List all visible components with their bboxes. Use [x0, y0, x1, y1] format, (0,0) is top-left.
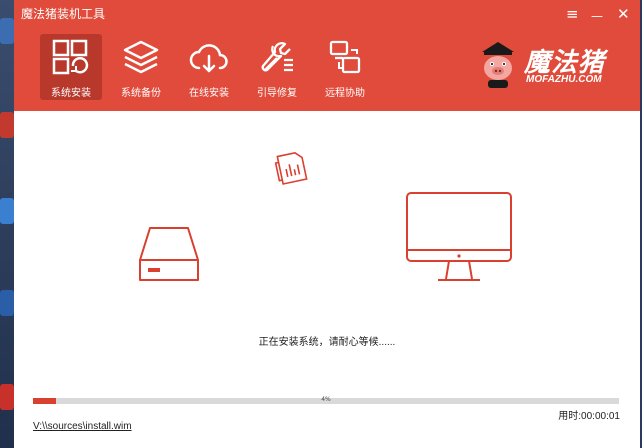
- install-progress-bar: 4%: [33, 396, 619, 404]
- logo-domain: MOFAZHU.COM: [526, 74, 602, 85]
- install-file-path[interactable]: V:\\sources\install.wim: [33, 421, 132, 432]
- nav-label: 远程协助: [325, 88, 365, 99]
- nav-item-system-backup[interactable]: 系统备份: [110, 34, 172, 100]
- nav-item-boot-repair[interactable]: 引导修复: [246, 34, 308, 100]
- nav-label: 在线安装: [189, 88, 229, 99]
- desktop-edge: [0, 0, 14, 448]
- layers-icon: [123, 40, 159, 74]
- nav-item-remote-assist[interactable]: 远程协助: [314, 34, 376, 100]
- header-bar: 魔法猪装机工具 ≡ — ✕ 系统安装 系统备份 在线安装 引导修复 远程协助 魔…: [14, 0, 640, 111]
- nav-label: 系统安装: [51, 88, 91, 99]
- file-chart-icon: [274, 151, 308, 185]
- menu-button[interactable]: ≡: [566, 6, 579, 22]
- minimize-button[interactable]: —: [591, 8, 603, 24]
- window-title: 魔法猪装机工具: [21, 7, 106, 21]
- wrench-icon: [261, 42, 293, 72]
- nav-label: 引导修复: [257, 88, 297, 99]
- windows-reinstall-icon: [52, 39, 89, 75]
- desktop-icon[interactable]: [0, 290, 14, 316]
- hard-drive-icon: [139, 227, 199, 281]
- pig-mascot-icon: [482, 42, 514, 88]
- desktop-icon[interactable]: [0, 198, 14, 224]
- brand-logo: 魔法猪 MOFAZHU.COM: [472, 40, 632, 92]
- nav-label: 系统备份: [121, 88, 161, 99]
- desktop-icon[interactable]: [0, 384, 14, 410]
- nav-item-system-install[interactable]: 系统安装: [40, 34, 102, 100]
- cloud-download-icon: [189, 44, 228, 73]
- monitor-icon: [406, 192, 512, 281]
- installer-window: 魔法猪装机工具 ≡ — ✕ 系统安装 系统备份 在线安装 引导修复 远程协助 魔…: [14, 0, 640, 448]
- nav-item-online-install[interactable]: 在线安装: [178, 34, 240, 100]
- remote-screens-icon: [329, 40, 361, 74]
- close-button[interactable]: ✕: [617, 6, 630, 22]
- desktop-icon[interactable]: [0, 18, 14, 44]
- elapsed-time: 用时:00:00:01: [558, 411, 620, 422]
- desktop-icon[interactable]: [0, 112, 14, 138]
- progress-percent: 4%: [321, 396, 331, 403]
- install-status-text: 正在安装系统，请耐心等候......: [258, 337, 396, 348]
